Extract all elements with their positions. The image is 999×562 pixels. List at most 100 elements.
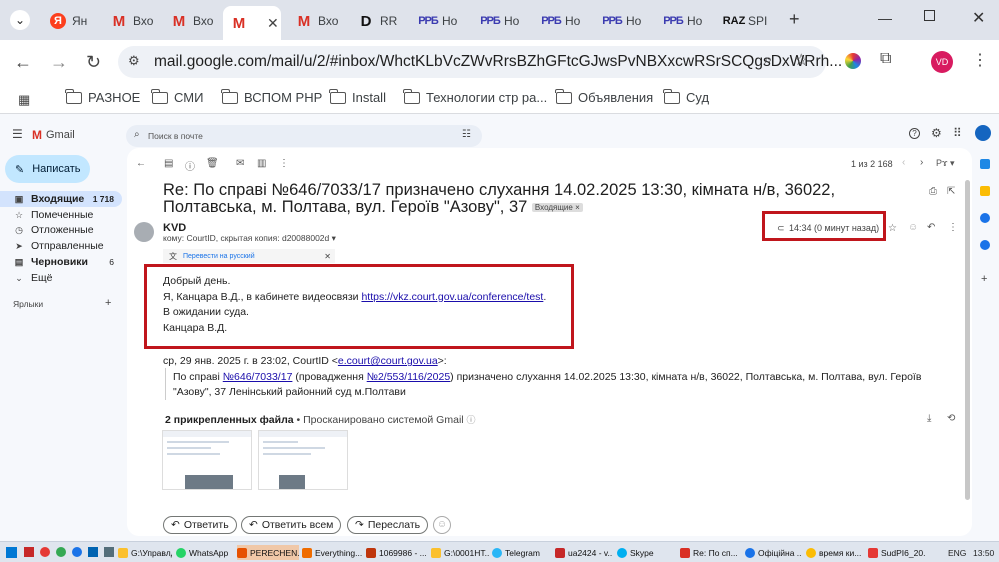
browser-tab[interactable]: РРБ Но	[412, 6, 470, 36]
google-apps-icon[interactable]: ⠿	[953, 126, 962, 140]
move-to-icon[interactable]: ▥	[257, 158, 266, 169]
bookmark-folder[interactable]: СМИ	[151, 88, 203, 105]
taskbar-item[interactable]: время ки...	[806, 545, 864, 560]
court-email-link[interactable]: e.court@court.gov.ua	[338, 355, 438, 367]
pinned-app-icon[interactable]	[56, 547, 66, 557]
browser-tab-active[interactable]: M ✕	[223, 6, 281, 40]
reload-icon[interactable]: ↻	[86, 52, 101, 73]
apps-grid-icon[interactable]: ▦	[18, 92, 30, 108]
sidebar-item-snoozed[interactable]: ◷ Отложенные	[0, 222, 122, 238]
browser-tab[interactable]: M Вхо	[288, 6, 346, 36]
case-number-link[interactable]: №646/7033/17	[223, 371, 293, 383]
calendar-icon[interactable]	[980, 159, 990, 169]
pinned-app-icon[interactable]	[40, 547, 50, 557]
bookmark-folder[interactable]: ВСПОМ РНР	[221, 88, 322, 105]
reply-icon[interactable]: ↶	[927, 222, 935, 233]
attachment-thumbnail[interactable]	[258, 430, 348, 490]
open-in-new-window-icon[interactable]: ⇱	[947, 186, 955, 197]
bookmark-star-icon[interactable]: ☆	[794, 50, 808, 70]
input-tools-icon[interactable]: Рɤ ▾	[936, 158, 955, 169]
forward-icon[interactable]: →	[50, 52, 68, 73]
taskbar-item[interactable]: PERECHEN...	[237, 545, 299, 560]
browser-tab[interactable]: RAZ SPI	[718, 6, 776, 36]
extensions-puzzle-icon[interactable]: ⧉	[880, 50, 891, 68]
browser-tab[interactable]: D RR	[350, 6, 408, 36]
translate-bar[interactable]: 文 Перевести на русский ✕	[163, 249, 335, 263]
taskbar-item[interactable]: Офіційна ...	[745, 545, 801, 560]
star-message-icon[interactable]: ☆	[888, 223, 897, 234]
browser-tab[interactable]: РРБ Но	[596, 6, 654, 36]
mark-unread-icon[interactable]: ✉	[236, 158, 244, 169]
back-to-inbox-icon[interactable]: ←	[136, 158, 146, 169]
settings-gear-icon[interactable]: ⚙	[931, 126, 942, 140]
sidebar-item-starred[interactable]: ☆ Помеченные	[0, 207, 122, 223]
sidebar-item-sent[interactable]: ➤ Отправленные	[0, 238, 122, 254]
browser-tab[interactable]: M Вхо	[103, 6, 161, 36]
emoji-button[interactable]: ☺	[433, 516, 451, 534]
windows-start-icon[interactable]	[6, 547, 17, 558]
close-window-icon[interactable]: ✕	[972, 8, 985, 28]
pinned-app-icon[interactable]	[88, 547, 98, 557]
compose-button[interactable]: ✎ Написать	[5, 155, 90, 183]
add-label-icon[interactable]: +	[105, 297, 111, 309]
search-input[interactable]: ⌕ Поиск в почте ☷	[126, 125, 482, 147]
print-icon[interactable]: ⎙	[929, 186, 937, 197]
search-options-icon[interactable]: ☷	[462, 129, 471, 140]
taskbar-item[interactable]: G:\Управлд...	[118, 545, 172, 560]
close-translate-icon[interactable]: ✕	[324, 252, 331, 261]
back-icon[interactable]: ←	[14, 52, 32, 73]
taskbar-item[interactable]: 1069986 - ...	[366, 545, 428, 560]
minimize-window-icon[interactable]: —	[878, 10, 892, 26]
sidebar-item-inbox[interactable]: ▣ Входящие 1 718	[0, 191, 122, 207]
bookmark-folder[interactable]: Технологии стр ра...	[403, 88, 547, 105]
reply-all-button[interactable]: ↶ Ответить всем	[241, 516, 342, 534]
profile-avatar[interactable]: VD	[931, 51, 953, 73]
sender-avatar[interactable]	[134, 222, 154, 242]
taskbar-item[interactable]: ua2424 - v...	[555, 545, 613, 560]
sidebar-item-more[interactable]: ⌄ Ещё	[0, 270, 122, 286]
taskbar-item[interactable]: G:\0001НТ...	[431, 545, 489, 560]
close-tab-icon[interactable]: ✕	[267, 15, 279, 32]
taskbar-item[interactable]: Everything...	[302, 545, 362, 560]
pinned-app-icon[interactable]	[72, 547, 82, 557]
proceeding-number-link[interactable]: №2/553/116/2025	[367, 371, 450, 383]
recipients-line[interactable]: кому: CourtID, скрытая копия: d20088002d…	[163, 233, 336, 244]
bookmark-folder[interactable]: Объявления	[555, 88, 653, 105]
add-addon-icon[interactable]: +	[981, 273, 987, 285]
zoom-search-icon[interactable]: ⌕	[764, 51, 772, 68]
inbox-label-chip[interactable]: Входящие ×	[531, 203, 583, 213]
pinned-app-icon[interactable]	[104, 547, 114, 557]
browser-tab[interactable]: РРБ Но	[535, 6, 593, 36]
browser-menu-icon[interactable]: ⋮	[972, 50, 988, 70]
emoji-reaction-icon[interactable]: ☺	[908, 222, 918, 233]
download-all-icon[interactable]: ⤓	[927, 413, 931, 424]
tab-search-dropdown-icon[interactable]: ⌄	[10, 10, 30, 30]
scrollbar[interactable]	[965, 180, 970, 500]
keep-icon[interactable]	[980, 186, 990, 196]
bookmark-folder[interactable]: РАЗНОЕ	[65, 88, 140, 105]
bookmark-folder[interactable]: Суд	[663, 88, 709, 105]
report-spam-icon[interactable]: ⓘ	[185, 158, 195, 173]
address-bar[interactable]: ⚙ mail.google.com/mail/u/2/#inbox/WhctKL…	[118, 46, 842, 78]
conference-link[interactable]: https://vkz.court.gov.ua/conference/test	[361, 291, 543, 303]
new-tab-icon[interactable]: +	[789, 9, 800, 30]
extension-color-icon[interactable]	[845, 53, 861, 69]
older-icon[interactable]: ›	[920, 157, 923, 168]
message-more-icon[interactable]: ⋮	[948, 222, 958, 233]
add-to-drive-icon[interactable]: ⟲	[947, 413, 955, 424]
tasks-icon[interactable]	[980, 213, 990, 223]
taskbar-item[interactable]: Re: По сп...	[680, 545, 742, 560]
site-info-icon[interactable]: ⚙	[128, 53, 140, 69]
bookmark-folder[interactable]: Install	[329, 88, 386, 105]
clock[interactable]: 13:50	[973, 548, 994, 558]
newer-icon[interactable]: ‹	[902, 157, 905, 168]
main-menu-icon[interactable]: ☰	[12, 127, 23, 141]
sidebar-item-drafts[interactable]: ▤ Черновики 6	[0, 254, 122, 270]
pinned-app-icon[interactable]	[24, 547, 34, 557]
forward-button[interactable]: ↷ Переслать	[347, 516, 429, 534]
taskbar-item[interactable]: WhatsApp	[176, 545, 234, 560]
language-indicator[interactable]: ENG	[948, 548, 966, 558]
more-actions-icon[interactable]: ⋮	[279, 158, 289, 169]
contacts-icon[interactable]	[980, 240, 990, 250]
browser-tab[interactable]: РРБ Но	[657, 6, 715, 36]
